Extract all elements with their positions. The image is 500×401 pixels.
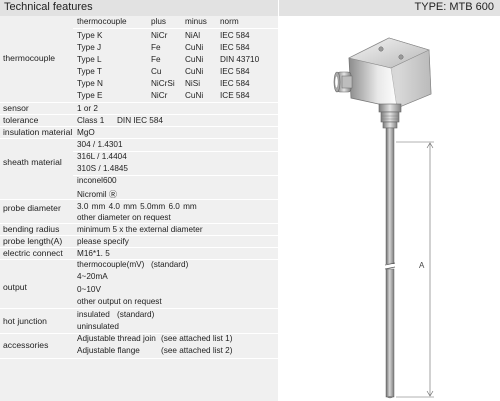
divider (0, 199, 278, 200)
table-cell: Type K (77, 31, 103, 40)
insulation-value: MgO (77, 128, 95, 137)
hot-junction-standard-note: (standard) (117, 310, 155, 319)
bending-radius-value: minimum 5 x the external diameter (77, 225, 203, 234)
col-header-norm: norm (220, 17, 239, 26)
dimension-label: A (419, 261, 425, 270)
accessory-note: (see attached list 1) (161, 334, 233, 343)
table-cell: IEC 584 (220, 43, 250, 52)
type-header-bar: TYPE: MTB 600 (279, 0, 500, 16)
divider (0, 358, 278, 359)
page-title: Technical features (4, 1, 93, 13)
table-cell: CuNi (185, 55, 204, 64)
sheath-label: sheath material (3, 157, 62, 167)
table-cell: IEC 584 (220, 31, 250, 40)
table-cell: NiCr (151, 91, 168, 100)
divider (0, 138, 278, 139)
probe-length-label: probe length(A) (3, 236, 63, 246)
bending-radius-label: bending radius (3, 224, 60, 234)
output-value: 0~10V (77, 285, 101, 294)
divider (0, 114, 278, 115)
cable-gland (333, 71, 353, 93)
probe-diameter-note: other diameter on request (77, 213, 171, 222)
col-header-thermocouple: thermocouple (77, 17, 127, 26)
product-image-panel: A (279, 16, 500, 401)
table-cell: Fe (151, 55, 161, 64)
output-label: output (3, 282, 27, 292)
tolerance-norm: DIN IEC 584 (117, 116, 163, 125)
dimension-line-a: A (396, 141, 434, 398)
divider (0, 102, 278, 103)
table-cell: NiCr (151, 31, 168, 40)
thermocouple-product-image: A (333, 37, 434, 399)
tolerance-class: Class 1 (77, 116, 105, 125)
output-standard-note: (standard) (151, 260, 189, 269)
accessory-note: (see attached list 2) (161, 346, 233, 355)
table-cell: CuNi (185, 91, 204, 100)
table-cell: DIN 43710 (220, 55, 260, 64)
table-cell: NiAl (185, 31, 201, 40)
sheath-value: 316L / 1.4404 (77, 152, 127, 161)
sensor-value: 1 or 2 (77, 104, 98, 113)
insulation-label: insulation material (3, 127, 73, 137)
divider (0, 308, 278, 309)
electric-connect-label: electric connect (3, 248, 63, 258)
accessory-name: Adjustable flange (77, 346, 140, 355)
table-cell: Type L (77, 55, 102, 64)
probe-sheath (384, 127, 396, 399)
sheath-value: 304 / 1.4301 (77, 140, 123, 149)
sheath-value: inconel600 (77, 176, 117, 185)
hot-junction-uninsulated: uninsulated (77, 322, 119, 331)
output-value: other output on request (77, 297, 162, 306)
table-cell: NiSi (185, 79, 201, 88)
table-cell: Type N (77, 79, 103, 88)
neck-fitting (378, 103, 402, 129)
table-cell: Type J (77, 43, 102, 52)
spec-table: thermocouple plus minus norm Type K NiCr… (0, 16, 278, 401)
accessory-name: Adjustable thread join (77, 334, 156, 343)
connection-head (348, 37, 432, 109)
hot-junction-insulated: insulated (77, 310, 110, 319)
table-cell: ICE 584 (220, 91, 250, 100)
probe-diameter-values: 3.0 mm 4.0 mm 5.0mm 6.0 mm (77, 202, 197, 211)
table-cell: CuNi (185, 43, 204, 52)
product-type-label: TYPE: MTB 600 (414, 1, 494, 13)
table-cell: NiCrSi (151, 79, 175, 88)
output-value: 4~20mA (77, 272, 108, 281)
table-cell: CuNi (185, 67, 204, 76)
accessories-label: accessories (3, 340, 49, 350)
table-cell: IEC 584 (220, 79, 250, 88)
sheath-value: 310S / 1.4845 (77, 164, 128, 173)
table-cell: IEC 584 (220, 67, 250, 76)
col-header-minus: minus (185, 17, 207, 26)
electric-connect-value: M16*1. 5 (77, 249, 110, 258)
table-cell: Type T (77, 67, 102, 76)
table-cell: Cu (151, 67, 162, 76)
sensor-label: sensor (3, 103, 29, 113)
hot-junction-label: hot junction (3, 316, 47, 326)
thermocouple-label: thermocouple (3, 53, 56, 63)
probe-length-value: please specify (77, 237, 129, 246)
table-cell: Fe (151, 43, 161, 52)
tolerance-label: tolerance (3, 115, 39, 125)
probe-diameter-label: probe diameter (3, 203, 61, 213)
header-bar: Technical features (0, 0, 278, 16)
col-header-plus: plus (151, 17, 167, 26)
table-cell: Type E (77, 91, 103, 100)
output-thermocouple: thermocouple(mV) (77, 260, 145, 269)
divider (73, 28, 278, 29)
